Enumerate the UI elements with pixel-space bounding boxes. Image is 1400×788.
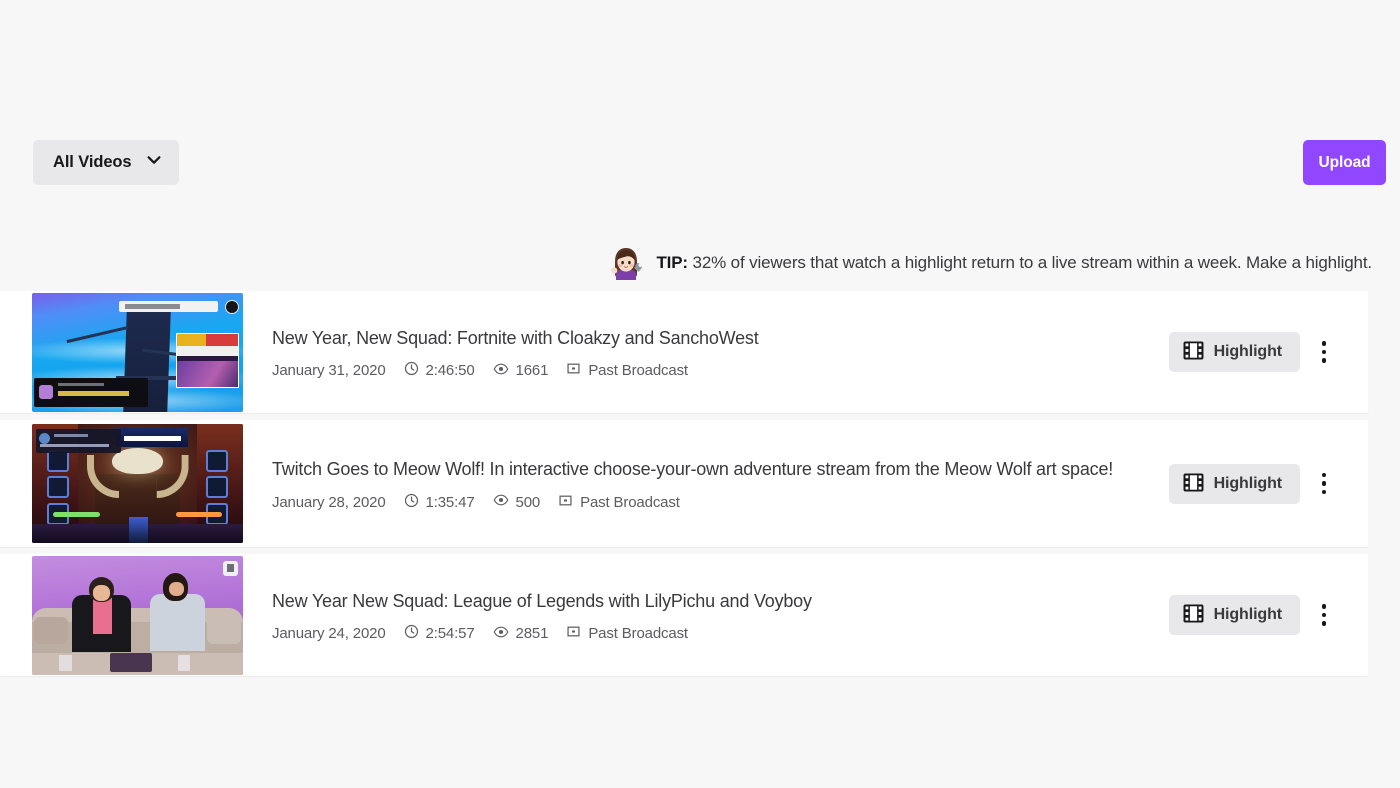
video-producer-page: All Videos Upload TIP: 32% of viewers th… [0, 0, 1400, 788]
highlight-button[interactable]: Highlight [1168, 463, 1300, 504]
table-row[interactable]: New Year New Squad: League of Legends wi… [0, 554, 1368, 676]
broadcast-icon [566, 361, 588, 380]
row-actions: Highlight [1168, 291, 1368, 413]
video-duration: 2:46:50 [404, 361, 475, 380]
video-views: 500 [493, 492, 541, 512]
type-text: Past Broadcast [580, 493, 680, 511]
video-title[interactable]: Twitch Goes to Meow Wolf! In interactive… [272, 455, 1132, 484]
clock-icon [404, 624, 426, 643]
video-date: January 24, 2020 [272, 625, 386, 642]
video-views: 2851 [493, 624, 549, 644]
film-strip-icon [1183, 472, 1204, 495]
video-meta: January 28, 2020 1:35:47 500 Past Broadc… [272, 492, 1159, 512]
film-strip-icon [1183, 604, 1204, 626]
video-thumbnail[interactable] [32, 424, 243, 543]
video-type: Past Broadcast [566, 624, 688, 643]
video-views: 1661 [493, 361, 549, 381]
more-options-icon[interactable] [1304, 595, 1344, 635]
row-actions: Highlight [1168, 554, 1368, 676]
video-date: January 28, 2020 [272, 493, 386, 511]
woman-mechanic-avatar-icon [606, 243, 646, 283]
highlight-label: Highlight [1213, 474, 1283, 492]
film-strip-icon [1183, 341, 1204, 363]
filter-label: All Videos [53, 153, 132, 171]
row-actions: Highlight [1168, 420, 1368, 547]
type-text: Past Broadcast [588, 625, 688, 642]
video-date: January 31, 2020 [272, 362, 386, 379]
eye-icon [493, 624, 516, 644]
chevron-down-icon [145, 151, 163, 174]
video-list: New Year, New Squad: Fortnite with Cloak… [0, 291, 1400, 683]
more-options-icon[interactable] [1304, 464, 1344, 504]
broadcast-icon [558, 493, 580, 512]
duration-text: 1:35:47 [425, 493, 475, 511]
eye-icon [493, 492, 516, 512]
video-duration: 1:35:47 [404, 493, 475, 512]
clock-icon [404, 493, 426, 512]
video-type: Past Broadcast [558, 493, 680, 512]
duration-text: 2:54:57 [425, 625, 475, 642]
video-info: New Year, New Squad: Fortnite with Cloak… [243, 291, 1169, 413]
more-options-icon[interactable] [1304, 332, 1344, 372]
highlight-button[interactable]: Highlight [1168, 332, 1300, 372]
all-videos-filter-dropdown[interactable]: All Videos [33, 140, 180, 185]
views-count: 2851 [515, 625, 549, 642]
eye-icon [493, 361, 516, 381]
video-thumbnail[interactable] [32, 555, 243, 675]
views-count: 500 [515, 493, 541, 511]
upload-button[interactable]: Upload [1303, 140, 1386, 185]
video-title[interactable]: New Year New Squad: League of Legends wi… [272, 587, 1132, 616]
tip-prefix: TIP: [656, 253, 688, 272]
tip-body: 32% of viewers that watch a highlight re… [687, 253, 1373, 272]
duration-text: 2:46:50 [425, 362, 475, 379]
video-info: Twitch Goes to Meow Wolf! In interactive… [243, 420, 1169, 547]
video-title[interactable]: New Year, New Squad: Fortnite with Cloak… [272, 324, 1132, 353]
toolbar: All Videos Upload [0, 140, 1400, 186]
highlight-label: Highlight [1213, 606, 1283, 623]
video-duration: 2:54:57 [404, 624, 475, 643]
type-text: Past Broadcast [588, 362, 688, 379]
clock-icon [404, 361, 426, 380]
tip-text: TIP: 32% of viewers that watch a highlig… [656, 253, 1372, 273]
broadcast-icon [566, 624, 588, 643]
views-count: 1661 [515, 362, 549, 379]
video-meta: January 24, 2020 2:54:57 2851 Past Broad… [272, 624, 1159, 644]
highlight-label: Highlight [1213, 343, 1283, 360]
video-info: New Year New Squad: League of Legends wi… [243, 554, 1169, 676]
tip-banner: TIP: 32% of viewers that watch a highlig… [0, 243, 1400, 283]
table-row[interactable]: Twitch Goes to Meow Wolf! In interactive… [0, 420, 1368, 547]
video-type: Past Broadcast [566, 361, 688, 380]
table-row[interactable]: New Year, New Squad: Fortnite with Cloak… [0, 291, 1368, 413]
video-meta: January 31, 2020 2:46:50 1661 Past Broad… [272, 361, 1159, 381]
video-thumbnail[interactable] [32, 292, 243, 412]
highlight-button[interactable]: Highlight [1168, 595, 1300, 635]
